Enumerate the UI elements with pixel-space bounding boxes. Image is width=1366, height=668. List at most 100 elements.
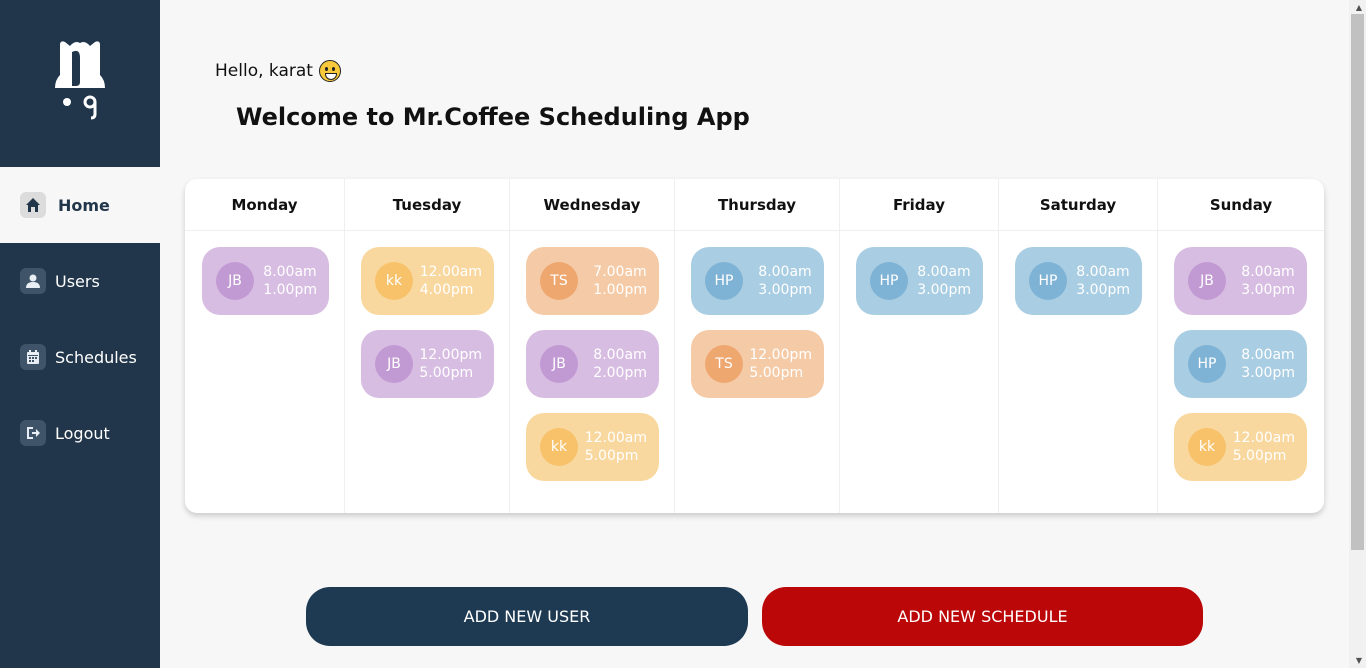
shift-end-time: 3.00pm <box>1241 282 1295 298</box>
shift-start-time: 12.00pm <box>749 347 812 363</box>
shift-card[interactable]: HP 8.00am 3.00pm <box>856 247 983 315</box>
shift-card[interactable]: HP 8.00am 3.00pm <box>691 247 824 315</box>
shift-end-time: 4.00pm <box>419 282 474 298</box>
add-new-user-button[interactable]: ADD NEW USER <box>306 587 748 646</box>
shift-card[interactable]: kk 12.00am 5.00pm <box>1174 413 1307 481</box>
scroll-down-icon[interactable]: ▼ <box>1356 656 1362 665</box>
avatar: HP <box>870 262 908 300</box>
shift-start-time: 12.00am <box>1232 430 1295 446</box>
shift-start-time: 7.00am <box>593 264 647 280</box>
day-header: Tuesday <box>345 179 509 231</box>
shift-end-time: 5.00pm <box>584 448 639 464</box>
shift-start-time: 8.00am <box>593 347 647 363</box>
shift-end-time: 5.00pm <box>1232 448 1287 464</box>
day-column-monday: Monday JB 8.00am 1.00pm <box>185 179 345 513</box>
shift-card[interactable]: JB 8.00am 3.00pm <box>1174 247 1307 315</box>
avatar: HP <box>1188 345 1226 383</box>
day-header: Wednesday <box>510 179 674 231</box>
shift-times: 8.00am 3.00pm <box>1076 263 1130 299</box>
shift-times: 8.00am 2.00pm <box>593 346 647 382</box>
avatar: HP <box>705 262 743 300</box>
greeting: Hello, karat <box>215 60 341 82</box>
smiley-icon <box>318 60 341 82</box>
shift-card[interactable]: TS 7.00am 1.00pm <box>526 247 659 315</box>
shift-times: 8.00am 3.00pm <box>1241 263 1295 299</box>
shift-start-time: 8.00am <box>263 264 317 280</box>
avatar: HP <box>1029 262 1067 300</box>
page-scrollbar[interactable]: ▲ ▼ <box>1349 0 1366 668</box>
day-header: Sunday <box>1158 179 1324 231</box>
day-header: Saturday <box>999 179 1157 231</box>
shift-start-time: 8.00am <box>1076 264 1130 280</box>
shift-end-time: 3.00pm <box>1241 365 1295 381</box>
shift-end-time: 2.00pm <box>593 365 647 381</box>
shift-start-time: 12.00pm <box>419 347 482 363</box>
scrollbar-thumb[interactable] <box>1351 14 1364 550</box>
sidebar-item-schedules[interactable]: Schedules <box>0 337 160 377</box>
sidebar-item-label: Users <box>55 271 100 291</box>
add-new-schedule-button[interactable]: ADD NEW SCHEDULE <box>762 587 1203 646</box>
day-column-sunday: Sunday JB 8.00am 3.00pm HP 8.00am 3.00pm kk 12.0… <box>1158 179 1324 513</box>
home-icon <box>20 192 46 218</box>
avatar: kk <box>540 428 578 466</box>
shift-times: 12.00am 4.00pm <box>420 263 482 299</box>
sidebar-item-label: Logout <box>55 423 110 443</box>
day-header: Thursday <box>675 179 839 231</box>
shift-card[interactable]: JB 8.00am 2.00pm <box>526 330 659 398</box>
shift-end-time: 5.00pm <box>419 365 474 381</box>
scroll-up-icon[interactable]: ▲ <box>1356 3 1362 12</box>
shift-times: 8.00am 3.00pm <box>917 263 971 299</box>
shift-start-time: 12.00am <box>584 430 647 446</box>
shift-times: 8.00am 3.00pm <box>1241 346 1295 382</box>
day-column-tuesday: Tuesday kk 12.00am 4.00pm JB 12.00pm 5.00pm <box>345 179 510 513</box>
shift-card[interactable]: TS 12.00pm 5.00pm <box>691 330 824 398</box>
sidebar-item-label: Home <box>58 195 110 215</box>
shift-end-time: 3.00pm <box>1076 282 1130 298</box>
logo-area <box>0 0 160 167</box>
logout-icon <box>20 420 46 446</box>
app-logo-icon <box>55 41 105 120</box>
shift-start-time: 12.00am <box>419 264 482 280</box>
shift-times: 8.00am 1.00pm <box>263 263 317 299</box>
shift-times: 8.00am 3.00pm <box>758 263 812 299</box>
shift-card[interactable]: kk 12.00am 4.00pm <box>361 247 494 315</box>
avatar: JB <box>216 262 254 300</box>
avatar: kk <box>1188 428 1226 466</box>
greeting-text: Hello, karat <box>215 61 313 81</box>
avatar: JB <box>540 345 578 383</box>
sidebar-item-logout[interactable]: Logout <box>0 413 160 453</box>
shift-end-time: 1.00pm <box>593 282 647 298</box>
shift-times: 12.00pm 5.00pm <box>419 346 482 382</box>
shift-end-time: 5.00pm <box>749 365 804 381</box>
day-header: Monday <box>185 179 344 231</box>
avatar: TS <box>705 345 743 383</box>
day-column-thursday: Thursday HP 8.00am 3.00pm TS 12.00pm 5.00pm <box>675 179 840 513</box>
day-column-friday: Friday HP 8.00am 3.00pm <box>840 179 999 513</box>
shift-card[interactable]: JB 8.00am 1.00pm <box>202 247 329 315</box>
shift-end-time: 3.00pm <box>917 282 971 298</box>
shift-card[interactable]: kk 12.00am 5.00pm <box>526 413 659 481</box>
user-icon <box>20 268 46 294</box>
avatar: kk <box>375 262 413 300</box>
sidebar-item-users[interactable]: Users <box>0 261 160 301</box>
shift-card[interactable]: HP 8.00am 3.00pm <box>1015 247 1142 315</box>
shift-start-time: 8.00am <box>1241 347 1295 363</box>
shift-times: 7.00am 1.00pm <box>593 263 647 299</box>
shift-card[interactable]: HP 8.00am 3.00pm <box>1174 330 1307 398</box>
calendar-icon <box>20 344 46 370</box>
shift-times: 12.00am 5.00pm <box>1233 429 1295 465</box>
shift-card[interactable]: JB 12.00pm 5.00pm <box>361 330 494 398</box>
shift-times: 12.00pm 5.00pm <box>749 346 812 382</box>
weekly-schedule-calendar: Monday JB 8.00am 1.00pm Tuesday kk 12.00am 4.00… <box>185 179 1324 513</box>
day-column-wednesday: Wednesday TS 7.00am 1.00pm JB 8.00am 2.00pm kk 1… <box>510 179 675 513</box>
avatar: TS <box>540 262 578 300</box>
shift-start-time: 8.00am <box>1241 264 1295 280</box>
sidebar-lower-panel <box>0 243 160 668</box>
avatar: JB <box>375 345 413 383</box>
shift-times: 12.00am 5.00pm <box>585 429 647 465</box>
shift-start-time: 8.00am <box>917 264 971 280</box>
shift-start-time: 8.00am <box>758 264 812 280</box>
sidebar-item-home[interactable]: Home <box>0 167 160 243</box>
sidebar-item-label: Schedules <box>55 347 137 367</box>
avatar: JB <box>1188 262 1226 300</box>
